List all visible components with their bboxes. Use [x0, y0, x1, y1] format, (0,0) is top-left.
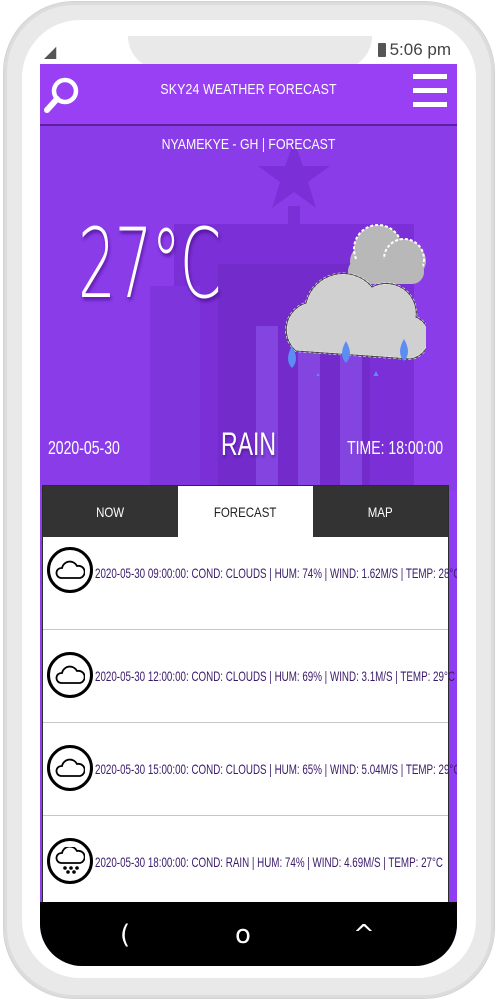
cloud-icon [47, 547, 93, 593]
menu-line [413, 102, 447, 107]
search-icon [44, 77, 79, 113]
status-right: 5:06 pm [377, 40, 451, 60]
forecast-panel: NOW FORECAST MAP 2020-05-30 09:00:00: CO… [42, 485, 457, 966]
tab-label: NOW [96, 503, 125, 520]
current-weather-hero: NYAMEKYE - GH | FORECAST 27°C 2020-05-30… [40, 126, 457, 491]
current-temperature: 27°C [78, 208, 221, 320]
back-button[interactable]: ( [120, 920, 130, 950]
app-bar: SKY24 WEATHER FORECAST [40, 64, 457, 126]
current-time: TIME: 18:00:00 [346, 438, 443, 458]
tab-label: MAP [368, 503, 393, 520]
app-screen: ◢ 5:06 pm SKY24 WEATHER FORECAST NYAMEKY… [40, 36, 457, 966]
tab-forecast[interactable]: FORECAST [178, 486, 313, 537]
list-item[interactable]: 2020-05-30 15:00:00: COND: CLOUDS | HUM:… [43, 723, 457, 816]
forecast-text: 2020-05-30 09:00:00: COND: CLOUDS | HUM:… [95, 565, 457, 581]
list-item[interactable]: 2020-05-30 12:00:00: COND: CLOUDS | HUM:… [43, 630, 455, 723]
location-label: NYAMEKYE - GH | FORECAST [161, 136, 336, 153]
forecast-text: 2020-05-30 15:00:00: COND: CLOUDS | HUM:… [95, 761, 457, 777]
tab-bar: NOW FORECAST MAP [43, 486, 448, 537]
signal-icon: ◢ [44, 44, 57, 61]
forecast-text: 2020-05-30 18:00:00: COND: RAIN | HUM: 7… [95, 854, 443, 870]
menu-line [413, 88, 447, 93]
cloud-icon [47, 745, 93, 791]
forecast-text: 2020-05-30 12:00:00: COND: CLOUDS | HUM:… [95, 668, 455, 684]
list-item[interactable]: 2020-05-30 09:00:00: COND: CLOUDS | HUM:… [43, 537, 457, 630]
app-title: SKY24 WEATHER FORECAST [160, 81, 337, 98]
hamburger-menu-icon [413, 74, 447, 79]
list-item[interactable]: 2020-05-30 18:00:00: COND: RAIN | HUM: 7… [43, 816, 448, 909]
status-time: 5:06 pm [389, 40, 451, 59]
search-button[interactable] [44, 76, 80, 114]
rain-cloud-icon [285, 224, 426, 376]
recents-button[interactable]: ^ [353, 920, 375, 950]
tab-map[interactable]: MAP [313, 486, 448, 537]
rain-icon [47, 838, 93, 884]
home-button[interactable]: o [235, 920, 251, 950]
tab-label: FORECAST [214, 503, 277, 520]
cloud-icon [47, 652, 93, 698]
menu-button[interactable] [413, 74, 447, 114]
system-nav-bar: ( o ^ [40, 902, 457, 966]
battery-icon [377, 43, 386, 57]
tab-now[interactable]: NOW [43, 486, 178, 537]
